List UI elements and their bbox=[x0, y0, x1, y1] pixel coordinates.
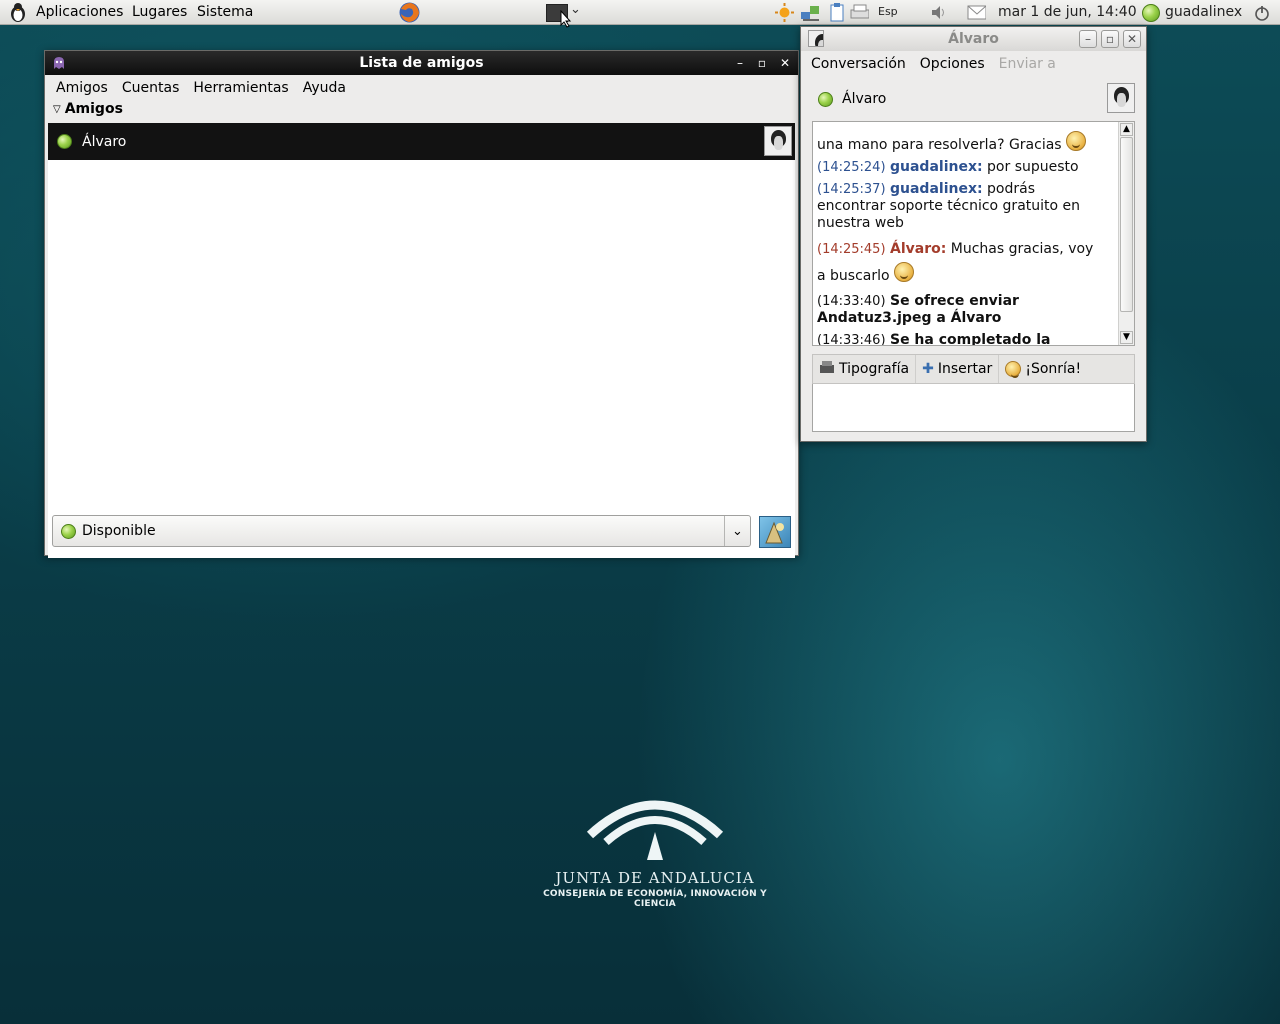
update-notifier-icon[interactable] bbox=[775, 3, 794, 22]
menu-system[interactable]: Sistema bbox=[190, 0, 260, 24]
message: (14:25:37) guadalinex: podrás encontrar … bbox=[813, 181, 1118, 232]
contact-header: Álvaro bbox=[812, 82, 1135, 116]
network-icon[interactable] bbox=[800, 3, 819, 22]
smiley-icon bbox=[1066, 131, 1087, 151]
message-text: una mano para resolverla? Gracias bbox=[817, 137, 1062, 153]
window-title: Lista de amigos bbox=[359, 55, 484, 71]
close-button[interactable]: ✕ bbox=[776, 54, 794, 72]
contact-avatar bbox=[1107, 83, 1135, 113]
message-time: (14:33:46) bbox=[817, 333, 886, 346]
user-status-icon[interactable] bbox=[1142, 4, 1160, 22]
scroll-down-icon[interactable]: ▼ bbox=[1120, 331, 1133, 344]
mail-icon[interactable] bbox=[967, 3, 986, 22]
menu-applications[interactable]: Aplicaciones bbox=[29, 0, 130, 24]
group-name: Amigos bbox=[64, 101, 123, 117]
minimize-button[interactable]: – bbox=[1079, 30, 1097, 48]
menu-opciones[interactable]: Opciones bbox=[913, 56, 992, 72]
contact-avatar-small bbox=[808, 30, 824, 47]
andalucia-arches-icon bbox=[586, 800, 724, 860]
logo-subtitle: CONSEJERÍA DE ECONOMÍA, INNOVACIÓN Y CIE… bbox=[543, 889, 767, 909]
maximize-button[interactable]: ▫ bbox=[1101, 30, 1119, 48]
minimize-button[interactable]: – bbox=[731, 54, 749, 72]
insert-button-label: Insertar bbox=[937, 361, 993, 377]
buddy-icon-selector[interactable] bbox=[759, 516, 791, 548]
menu-enviar-a: Enviar a bbox=[998, 55, 1056, 72]
message-nick: guadalinex: bbox=[889, 181, 983, 197]
chat-window: Álvaro – ▫ ✕ Conversación Opciones Envia… bbox=[800, 26, 1147, 442]
buddy-list: ▽ Amigos Álvaro Disponible ⌄ bbox=[48, 101, 795, 558]
message: (14:25:45) Álvaro: Muchas gracias, voy a… bbox=[813, 237, 1118, 288]
format-toolbar: Tipografía ✚ Insertar ¡Sonría! bbox=[812, 354, 1135, 384]
top-panel: Aplicaciones Lugares Sistema ⌄ Esp mar 1… bbox=[0, 0, 1280, 28]
plus-icon: ✚ bbox=[922, 361, 934, 377]
font-icon bbox=[819, 360, 835, 378]
buddy-list-titlebar[interactable]: Lista de amigos – ▫ ✕ bbox=[45, 51, 798, 75]
insert-button[interactable]: ✚ Insertar bbox=[916, 355, 1000, 383]
message-time: (14:33:40) bbox=[817, 294, 886, 309]
firefox-launcher-icon[interactable] bbox=[398, 1, 421, 24]
message: una mano para resolverla? Gracias bbox=[813, 131, 1118, 154]
pidgin-icon bbox=[52, 56, 66, 74]
close-button[interactable]: ✕ bbox=[1123, 30, 1141, 48]
chat-scrollbar[interactable]: ▲ ▼ bbox=[1118, 122, 1134, 345]
volume-icon[interactable] bbox=[929, 3, 948, 22]
contact-name: Álvaro bbox=[842, 91, 887, 107]
message-time: (14:25:37) bbox=[817, 182, 886, 197]
available-status-icon bbox=[57, 134, 72, 149]
buddy-row[interactable]: Álvaro bbox=[48, 123, 795, 160]
chat-menubar: Conversación Opciones Enviar a bbox=[801, 51, 1146, 76]
menu-places[interactable]: Lugares bbox=[125, 0, 194, 24]
menu-conversacion[interactable]: Conversación bbox=[804, 56, 913, 72]
message-text: por supuesto bbox=[987, 159, 1079, 175]
scroll-up-icon[interactable]: ▲ bbox=[1120, 123, 1133, 136]
scroll-thumb[interactable] bbox=[1120, 137, 1133, 312]
smile-button-label: ¡Sonría! bbox=[1025, 361, 1082, 377]
chat-log[interactable]: una mano para resolverla? Gracias (14:25… bbox=[812, 121, 1135, 346]
smile-button[interactable]: ¡Sonría! bbox=[999, 355, 1087, 383]
status-selector-value: Disponible bbox=[82, 523, 156, 539]
message: (14:25:24) guadalinex: por supuesto bbox=[813, 159, 1118, 176]
user-name[interactable]: guadalinex bbox=[1165, 0, 1242, 24]
smiley-icon bbox=[894, 262, 915, 282]
menu-amigos[interactable]: Amigos bbox=[49, 80, 115, 96]
buddy-name: Álvaro bbox=[82, 133, 127, 150]
chat-log-content: una mano para resolverla? Gracias (14:25… bbox=[813, 122, 1118, 346]
menu-ayuda[interactable]: Ayuda bbox=[296, 80, 353, 96]
menu-herramientas[interactable]: Herramientas bbox=[186, 80, 295, 96]
logo-title: JUNTA DE ANDALUCIA bbox=[555, 869, 755, 887]
wallpaper-logo: JUNTA DE ANDALUCIA CONSEJERÍA DE ECONOMÍ… bbox=[530, 780, 780, 910]
message-time: (14:25:24) bbox=[817, 160, 886, 175]
font-button[interactable]: Tipografía bbox=[813, 355, 917, 383]
printer-icon[interactable] bbox=[850, 3, 869, 22]
font-button-label: Tipografía bbox=[839, 361, 910, 377]
keyboard-layout-indicator[interactable]: Esp bbox=[878, 0, 898, 24]
buddy-list-window: Lista de amigos – ▫ ✕ Amigos Cuentas Her… bbox=[44, 50, 799, 558]
message-compose-input[interactable] bbox=[812, 384, 1135, 432]
message: (14:33:46) Se ha completado la transfere… bbox=[813, 332, 1118, 346]
mouse-cursor-icon bbox=[560, 9, 572, 32]
available-status-icon bbox=[818, 91, 833, 107]
chat-titlebar[interactable]: Álvaro – ▫ ✕ bbox=[801, 27, 1146, 51]
group-header-amigos[interactable]: ▽ Amigos bbox=[48, 98, 123, 120]
expander-icon[interactable]: ▽ bbox=[53, 104, 61, 115]
message: (14:33:40) Se ofrece enviar Andatuz3.jpe… bbox=[813, 293, 1118, 327]
dropdown-arrow-icon[interactable]: ⌄ bbox=[724, 516, 750, 546]
clock[interactable]: mar 1 de jun, 14:40 bbox=[998, 0, 1137, 24]
available-status-icon bbox=[61, 523, 76, 539]
buddy-list-menubar: Amigos Cuentas Herramientas Ayuda bbox=[45, 75, 798, 100]
power-icon[interactable] bbox=[1252, 3, 1271, 22]
message-time: (14:25:45) bbox=[817, 242, 886, 257]
menu-cuentas[interactable]: Cuentas bbox=[115, 80, 187, 96]
status-selector[interactable]: Disponible ⌄ bbox=[52, 515, 751, 547]
distro-logo-icon[interactable] bbox=[8, 2, 28, 23]
message bbox=[813, 122, 1118, 126]
smiley-icon bbox=[1005, 361, 1022, 378]
message-nick: guadalinex: bbox=[889, 159, 983, 175]
buddy-avatar bbox=[764, 126, 792, 156]
clipboard-icon[interactable] bbox=[827, 3, 846, 22]
message-nick: Álvaro: bbox=[889, 241, 947, 257]
maximize-button[interactable]: ▫ bbox=[753, 54, 771, 72]
